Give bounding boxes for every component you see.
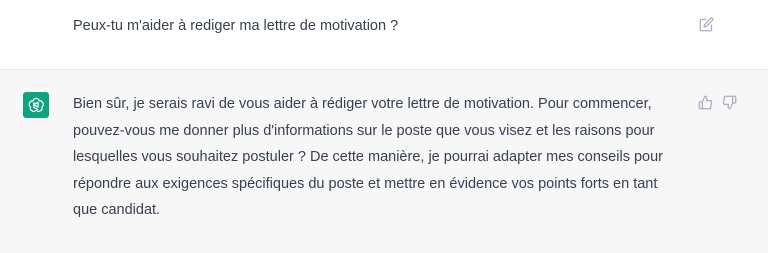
assistant-line: que candidat. — [73, 202, 161, 218]
openai-logo-icon — [28, 97, 44, 112]
user-message: Peux-tu m'aider à rediger ma lettre de m… — [0, 0, 768, 70]
assistant-line: Bien sûr, je serais ravi de vous aider à… — [73, 96, 652, 112]
edit-message-button[interactable] — [697, 15, 715, 33]
thumbs-down-button[interactable] — [721, 94, 737, 110]
thumbs-down-icon — [722, 95, 736, 109]
edit-icon — [699, 17, 713, 31]
thumbs-up-button[interactable] — [697, 94, 713, 110]
assistant-line: pouvez-vous me donner plus d'information… — [73, 122, 655, 139]
assistant-line: répondre aux exigences spécifiques du po… — [73, 175, 658, 192]
assistant-message: Bien sûr, je serais ravi de vous aider à… — [0, 70, 768, 253]
chat-thread: Peux-tu m'aider à rediger ma lettre de m… — [0, 0, 768, 253]
thumbs-up-icon — [698, 95, 712, 109]
assistant-avatar — [23, 92, 49, 118]
assistant-message-text: Bien sûr, je serais ravi de vous aider à… — [73, 91, 683, 224]
user-message-text: Peux-tu m'aider à rediger ma lettre de m… — [73, 18, 399, 34]
assistant-line: lesquelles vous souhaitez postuler ? De … — [73, 149, 663, 165]
